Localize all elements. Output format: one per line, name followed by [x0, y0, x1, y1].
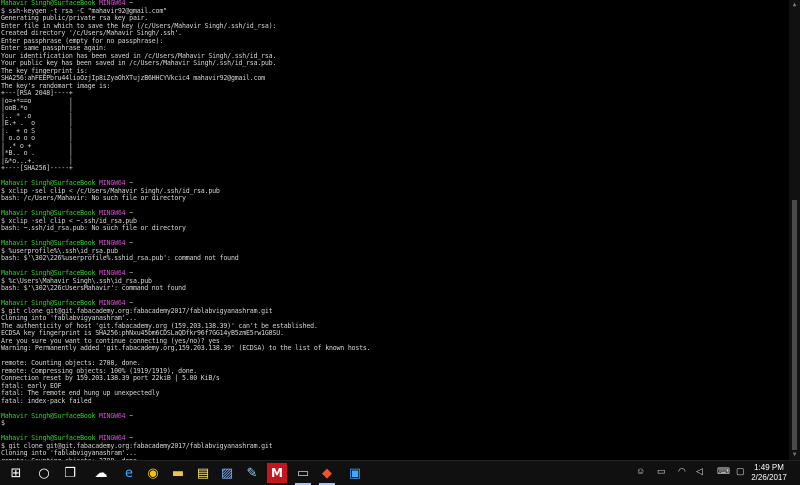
terminal-text: $ — [1, 419, 5, 427]
terminal-text: MINGW64 — [99, 411, 130, 420]
volume-icon[interactable]: ◁ — [696, 466, 703, 477]
start-icon[interactable]: ⊞ — [6, 463, 26, 483]
terminal-text: bash: $'\302\226%userprofile%.sshid_rsa.… — [1, 254, 239, 262]
battery-icon[interactable]: ▭ — [657, 466, 666, 477]
onedrive-icon-glyph: ☁ — [94, 465, 108, 481]
terminal-line: Warning: Permanently added 'git.fabacade… — [1, 344, 371, 353]
terminal-line: bash: $'\302\226%userprofile%.sshid_rsa.… — [1, 254, 370, 263]
terminal-text: ~ — [129, 411, 133, 420]
task-view-icon-glyph: ❐ — [64, 465, 76, 481]
terminal-line: fatal: index-pack failed — [1, 396, 370, 406]
git-bash-icon-glyph: ◆ — [322, 465, 332, 481]
scrollbar[interactable]: ▲ ▼ — [789, 0, 800, 460]
app-icon[interactable]: ▣ — [345, 463, 365, 483]
terminal-line: $ — [1, 419, 370, 428]
sticky-notes-icon-glyph: ▤ — [196, 465, 210, 481]
terminal-line: bash: $'\302\226cUsersMahavir': command … — [1, 284, 370, 293]
terminal-line: Mahavir Singh@SurfaceBook MINGW64 ~ — [1, 411, 370, 421]
keyboard-icon[interactable]: ⌨ — [717, 466, 730, 477]
mcafee-icon-glyph: M — [271, 466, 283, 480]
taskbar: ⊞ ○ ❐ ☁ e ◉ ▬ ▤ ▨ ✎ M ▭ ◆ ▣ ☺ ▭ ◠ ◁ ⌨ ▢ 1:49 PM 2/26/2017 — [0, 460, 800, 485]
sticky-notes-icon[interactable]: ▤ — [193, 463, 213, 483]
file-explorer-icon[interactable]: ▬ — [168, 463, 188, 483]
terminal-icon-glyph: ▭ — [296, 465, 310, 481]
terminal-text: bash: ~.ssh/id_rsa.pub: No such file or … — [1, 224, 186, 232]
photos-icon[interactable]: ▨ — [217, 463, 237, 483]
photos-icon-glyph: ▨ — [220, 465, 234, 481]
search-icon-glyph: ○ — [38, 465, 50, 481]
clock-time: 1:49 PM — [754, 463, 784, 472]
git-bash-icon[interactable]: ◆ — [317, 463, 337, 485]
onedrive-icon[interactable]: ☁ — [91, 463, 111, 483]
clock[interactable]: 1:49 PM 2/26/2017 — [748, 463, 790, 483]
terminal-text: +----[SHA256]-----+ — [1, 164, 73, 172]
notifications-icon[interactable]: ▢ — [736, 466, 745, 477]
file-explorer-icon-glyph: ▬ — [171, 465, 185, 481]
people-icon[interactable]: ☺ — [636, 466, 645, 476]
terminal-text: ~ — [129, 239, 133, 247]
terminal-line: +----[SHA256]-----+ — [1, 164, 370, 173]
search-icon[interactable]: ○ — [34, 463, 54, 483]
task-view-icon[interactable]: ❐ — [60, 463, 80, 483]
terminal-text: fatal: index-pack failed — [1, 396, 92, 405]
mcafee-icon[interactable]: M — [267, 463, 287, 483]
terminal-window[interactable]: Mahavir Singh@SurfaceBook MINGW64 ~ $ ssh… — [0, 0, 789, 460]
edge-icon-glyph: e — [125, 465, 133, 481]
edge-icon[interactable]: e — [119, 463, 139, 483]
scroll-thumb[interactable] — [792, 200, 797, 450]
chrome-icon[interactable]: ◉ — [143, 463, 163, 483]
terminal-icon[interactable]: ▭ — [293, 463, 313, 485]
terminal-text: Warning: Permanently added 'git.fabacade… — [1, 344, 371, 352]
start-icon-glyph: ⊞ — [10, 465, 22, 481]
terminal-line: bash: ~.ssh/id_rsa.pub: No such file or … — [1, 224, 370, 233]
terminal-text: Mahavir Singh@SurfaceBook — [1, 411, 100, 420]
terminal-line: bash: /c/Users/Mahavir: No such file or … — [1, 194, 370, 203]
scroll-up-icon[interactable]: ▲ — [789, 0, 800, 10]
paint-icon[interactable]: ✎ — [242, 463, 262, 483]
terminal-text: bash: $'\302\226cUsersMahavir': command … — [1, 284, 186, 292]
paint-icon-glyph: ✎ — [246, 465, 258, 481]
app-icon-glyph: ▣ — [348, 465, 362, 481]
chrome-icon-glyph: ◉ — [147, 465, 159, 481]
scroll-down-icon[interactable]: ▼ — [789, 450, 800, 460]
terminal-output: Mahavir Singh@SurfaceBook MINGW64 ~ $ ssh… — [1, 0, 371, 460]
clock-date: 2/26/2017 — [751, 473, 787, 482]
terminal-text: bash: /c/Users/Mahavir: No such file or … — [1, 194, 186, 202]
wifi-icon[interactable]: ◠ — [678, 466, 686, 477]
